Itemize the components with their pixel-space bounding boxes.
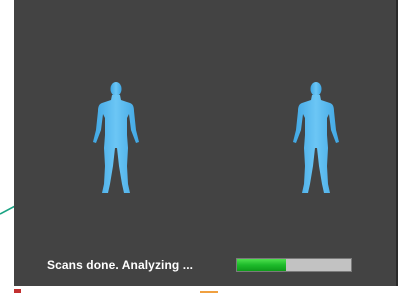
body-figure-icon [93,82,139,193]
body-figure-icon [293,82,339,193]
progress-bar [236,258,352,272]
annotation-mark [14,289,21,293]
scan-panel: Scans done. Analyzing ... [14,0,398,286]
progress-bar-fill [237,259,287,271]
status-text: Scans done. Analyzing ... [47,258,194,272]
annotation-dash [200,291,218,293]
